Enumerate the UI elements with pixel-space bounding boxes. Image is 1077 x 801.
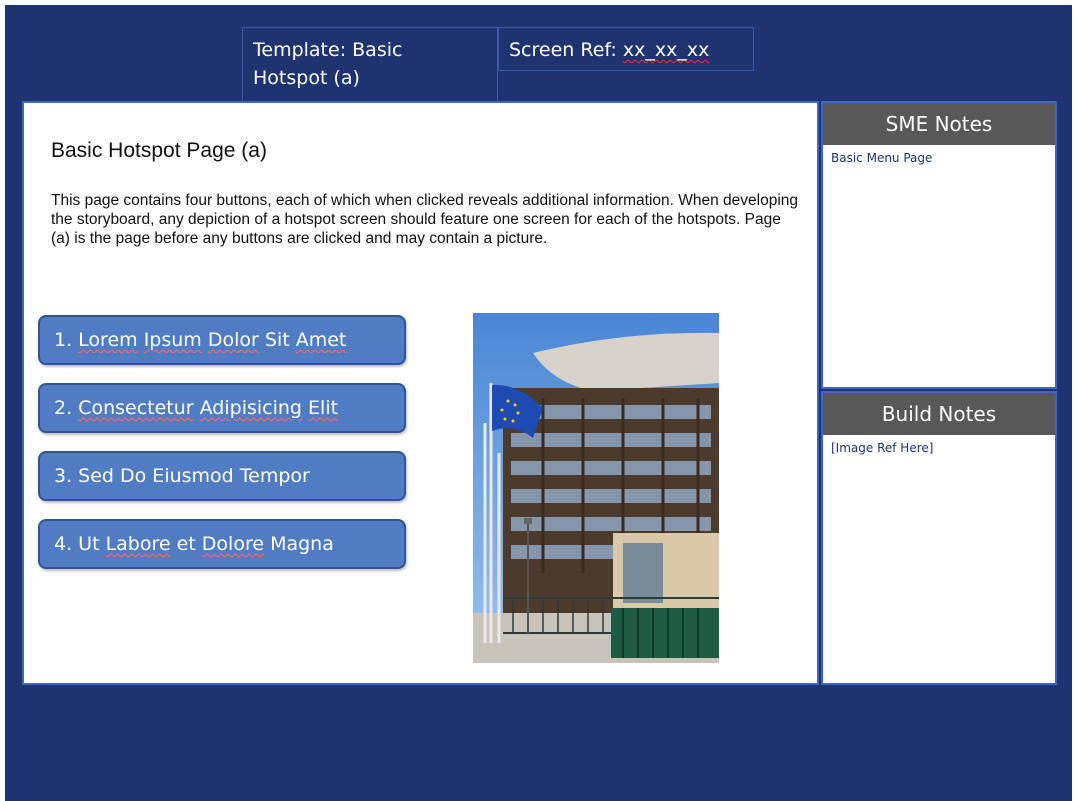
build-notes-text[interactable]: [Image Ref Here] (823, 435, 1055, 461)
screen-ref-value: xx_xx_xx (622, 39, 710, 61)
content-area: Basic Hotspot Page (a) This page contain… (22, 101, 819, 685)
building-photo (473, 313, 719, 663)
page-description: This page contains four buttons, each of… (51, 192, 799, 247)
sme-notes-panel: SME Notes Basic Menu Page (821, 101, 1057, 389)
hotspot-button-4[interactable]: 4. Ut Labore et Dolore Magna (38, 519, 406, 569)
sme-notes-heading: SME Notes (823, 103, 1055, 145)
sme-notes-text[interactable]: Basic Menu Page (823, 145, 1055, 171)
build-notes-heading: Build Notes (823, 393, 1055, 435)
screen-ref: Screen Ref: xx_xx_xx (498, 27, 754, 71)
template-line-2: Hotspot (a) (253, 67, 360, 89)
template-line-1: Template: Basic (253, 39, 403, 61)
hotspot-button-1[interactable]: 1. Lorem Ipsum Dolor Sit Amet (38, 315, 406, 365)
hotspot-button-2[interactable]: 2. Consectetur Adipisicing Elit (38, 383, 406, 433)
build-notes-panel: Build Notes [Image Ref Here] (821, 391, 1057, 685)
hotspot-button-3[interactable]: 3. Sed Do Eiusmod Tempor (38, 451, 406, 501)
screen-ref-label: Screen Ref: (509, 39, 623, 61)
storyboard-slide: Template: Basic Hotspot (a) Screen Ref: … (5, 5, 1072, 801)
template-label: Template: Basic Hotspot (a) (242, 27, 498, 105)
building-image (473, 313, 719, 663)
page-title: Basic Hotspot Page (a) (51, 139, 267, 162)
